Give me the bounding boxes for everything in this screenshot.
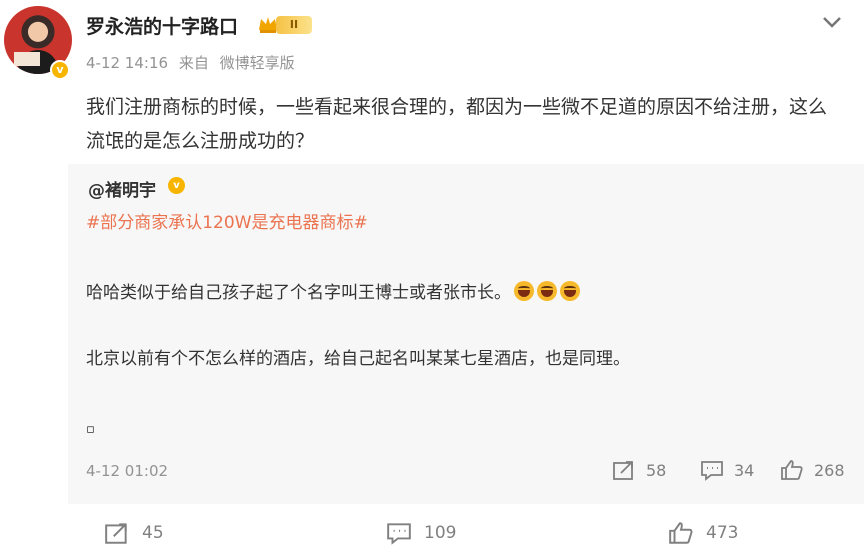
- repost-comment-count: 34: [734, 460, 755, 480]
- comment-icon: [387, 523, 411, 545]
- laugh-emoji-icon: [537, 281, 557, 301]
- repost-line-1: 哈哈类似于给自己孩子起了个名字叫王博士或者张市长。: [86, 278, 580, 303]
- repost-date[interactable]: 4-12 01:02: [86, 462, 168, 480]
- repost-card[interactable]: @褚明宇 v #部分商家承认120W是充电器商标# 哈哈类似于给自己孩子起了个名…: [68, 164, 864, 504]
- verified-badge-icon: v: [50, 60, 70, 80]
- laugh-emoji-icon: [560, 281, 580, 301]
- repost-line-2: 北京以前有个不怎么样的酒店，给自己起名叫某某七星酒店，也是同理。: [86, 349, 630, 369]
- like-button[interactable]: 473: [668, 521, 738, 545]
- comment-count: 109: [424, 523, 457, 543]
- post-source[interactable]: 微博轻享版: [220, 54, 295, 72]
- laugh-emoji-icon: [514, 281, 534, 301]
- thumbs-up-icon: [781, 460, 803, 480]
- repost-square: ▫: [86, 422, 95, 437]
- like-count: 473: [706, 523, 739, 543]
- repost-like-button[interactable]: 268: [780, 459, 845, 481]
- comment-button[interactable]: 109: [386, 521, 456, 545]
- post-meta: 4-12 14:16 来自 微博轻享版: [86, 52, 301, 73]
- comment-icon: [701, 461, 723, 481]
- vip-level-badge: II: [276, 16, 312, 34]
- thumbs-up-icon: [669, 522, 693, 544]
- source-prefix: 来自: [178, 54, 209, 72]
- repost-line-1-text: 哈哈类似于给自己孩子起了个名字叫王博士或者张市长。: [86, 283, 511, 303]
- repost-share-button[interactable]: 58: [612, 459, 666, 481]
- repost-comment-button[interactable]: 34: [700, 459, 754, 481]
- share-button[interactable]: 45: [104, 521, 164, 545]
- share-icon: [613, 461, 633, 480]
- repost-like-count: 268: [814, 460, 845, 480]
- chevron-down-icon[interactable]: [820, 12, 844, 32]
- repost-share-count: 58: [646, 460, 667, 480]
- repost-username[interactable]: @褚明宇: [88, 176, 156, 201]
- share-count: 45: [142, 523, 164, 543]
- repost-topic-link[interactable]: #部分商家承认120W是充电器商标#: [86, 208, 368, 233]
- share-icon: [105, 523, 127, 544]
- repost-verified-icon: v: [168, 177, 185, 194]
- avatar-sign: [14, 52, 40, 66]
- post-text: 我们注册商标的时候，一些看起来很合理的，都因为一些微不足道的原因不给注册，这么流…: [86, 96, 828, 152]
- post-time[interactable]: 4-12 14:16: [86, 54, 168, 72]
- author-name[interactable]: 罗永浩的十字路口: [86, 12, 238, 39]
